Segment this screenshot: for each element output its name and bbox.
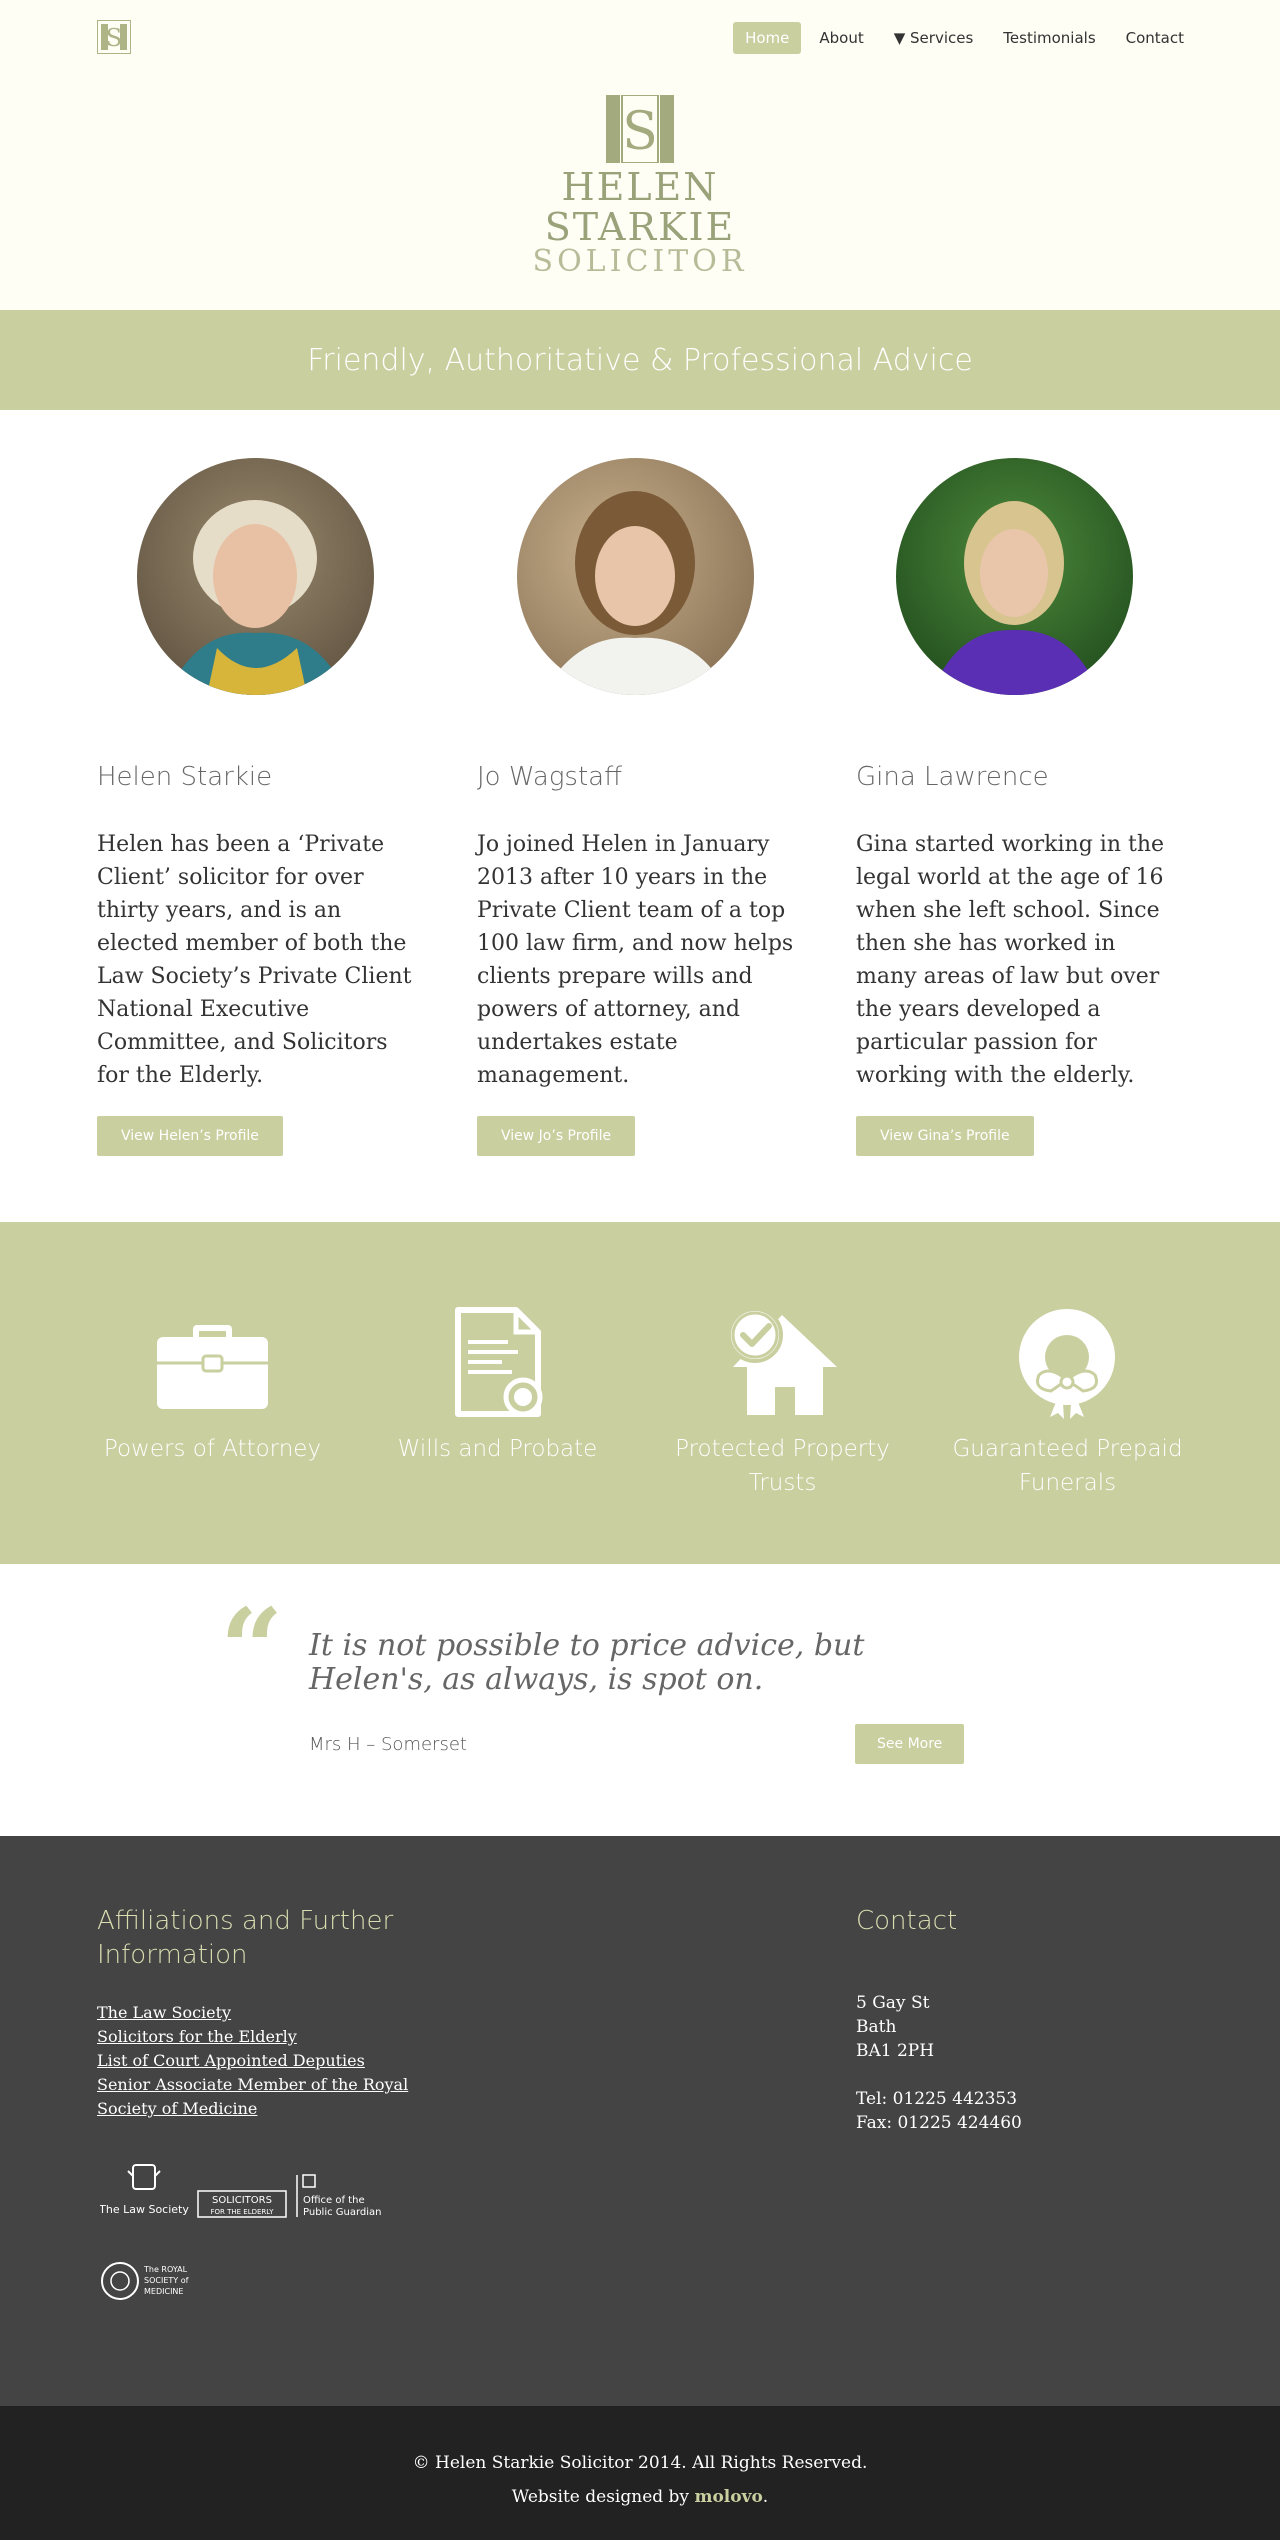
svg-text:SOCIETY of: SOCIETY of (144, 2276, 189, 2285)
svg-text:MEDICINE: MEDICINE (144, 2287, 183, 2296)
svg-text:FOR THE ELDERLY: FOR THE ELDERLY (210, 2208, 274, 2216)
nav-about[interactable]: About (807, 22, 875, 54)
nav-home[interactable]: Home (733, 22, 802, 54)
team-section: Helen Starkie Helen has been a ‘Private … (0, 410, 1280, 1222)
services-section: Powers of Attorney Wills and Probate Pro… (0, 1222, 1280, 1564)
member-name: Gina Lawrence (856, 762, 1049, 792)
contact-details: 5 Gay St Bath BA1 2PH Tel: 01225 442353 … (856, 1991, 1022, 2135)
view-jo-profile-button[interactable]: View Jo’s Profile (477, 1116, 636, 1156)
testimonial-author: Mrs H – Somerset (309, 1734, 467, 1755)
member-bio: Gina started working in the legal world … (856, 832, 1165, 1088)
main-nav: Home About ▼ Services Testimonials Conta… (733, 22, 1196, 54)
affiliations-title: Affiliations and Further Information (97, 1906, 394, 1970)
house-check-icon (727, 1307, 837, 1415)
address-line: 5 Gay St (856, 1993, 930, 2013)
testimonial-quote: It is not possible to price advice, but … (309, 1628, 865, 1697)
law-society-logo[interactable]: The Law Society (100, 2164, 189, 2216)
member-bio: Helen has been a ‘Private Client’ solici… (97, 832, 412, 1088)
address-line: Bath (856, 2017, 897, 2037)
avatar (896, 458, 1133, 695)
svg-text:Office of the: Office of the (303, 2195, 365, 2206)
svg-text:S: S (106, 24, 122, 52)
logo-monogram-icon: S (606, 95, 674, 163)
quote-mark-icon: “ (220, 1584, 284, 1713)
service-label: Protected Property Trusts (675, 1436, 890, 1496)
nav-testimonials[interactable]: Testimonials (991, 22, 1107, 54)
member-bio: Jo joined Helen in January 2013 after 10… (477, 832, 794, 1088)
small-logo-icon[interactable]: S (97, 20, 131, 54)
svg-text:Public Guardian: Public Guardian (303, 2207, 382, 2218)
telephone: Tel: 01225 442353 (856, 2089, 1018, 2109)
svg-text:S: S (622, 102, 658, 162)
avatar (517, 458, 754, 695)
tagline-bar: Friendly, Authoritative & Professional A… (0, 310, 1280, 410)
see-more-button[interactable]: See More (855, 1724, 965, 1764)
main-logo: S HELEN STARKIE SOLICITOR (490, 95, 790, 277)
avatar (137, 458, 374, 695)
link-solicitors-for-elderly[interactable]: Solicitors for the Elderly (97, 2027, 297, 2046)
wreath-icon (1019, 1309, 1115, 1419)
link-court-appointed-deputies[interactable]: List of Court Appointed Deputies (97, 2051, 365, 2070)
copyright-text: © Helen Starkie Solicitor 2014. All Righ… (412, 2453, 868, 2473)
member-name: Helen Starkie (97, 762, 273, 792)
logo-name: HELEN STARKIE (544, 165, 736, 249)
address-line: BA1 2PH (856, 2041, 935, 2061)
contact-title: Contact (856, 1906, 958, 1936)
nav-services[interactable]: ▼ Services (882, 22, 986, 54)
site-footer: Affiliations and Further Information The… (0, 1836, 1280, 2406)
copyright-bar: © Helen Starkie Solicitor 2014. All Righ… (0, 2406, 1280, 2540)
solicitors-for-elderly-logo[interactable]: SOLICITORS FOR THE ELDERLY (197, 2190, 287, 2218)
link-royal-society-medicine[interactable]: Senior Associate Member of the Royal Soc… (97, 2075, 408, 2118)
svg-text:The ROYAL: The ROYAL (143, 2265, 188, 2274)
designed-by-label: Website designed by (511, 2487, 690, 2507)
site-header: S Home About ▼ Services Testimonials Con… (0, 0, 1280, 310)
logo-subtitle: SOLICITOR (532, 244, 748, 279)
affiliation-logos: The Law Society SOLICITORS FOR THE ELDER… (100, 2164, 382, 2218)
public-guardian-logo[interactable]: Office of the Public Guardian (296, 2174, 382, 2218)
view-gina-profile-button[interactable]: View Gina’s Profile (856, 1116, 1034, 1156)
service-label: Powers of Attorney (103, 1436, 322, 1462)
view-helen-profile-button[interactable]: View Helen’s Profile (97, 1116, 283, 1156)
testimonial-section: “ It is not possible to price advice, bu… (0, 1564, 1280, 1836)
royal-society-medicine-logo[interactable]: The ROYAL SOCIETY of MEDICINE (100, 2256, 200, 2306)
document-icon (455, 1307, 543, 1417)
designer-link[interactable]: molovo (694, 2487, 762, 2507)
member-name: Jo Wagstaff (477, 762, 623, 792)
fax: Fax: 01225 424460 (856, 2113, 1022, 2133)
svg-text:SOLICITORS: SOLICITORS (212, 2195, 272, 2206)
designed-by: Website designed by molovo. (0, 2480, 1280, 2514)
designed-by-period: . (762, 2487, 769, 2507)
svg-text:The Law Society: The Law Society (100, 2203, 189, 2216)
tagline: Friendly, Authoritative & Professional A… (307, 342, 973, 378)
affiliations-links: The Law Society Solicitors for the Elder… (97, 2001, 417, 2121)
briefcase-icon (157, 1325, 268, 1409)
link-law-society[interactable]: The Law Society (97, 2003, 231, 2022)
service-label: Guaranteed Prepaid Funerals (952, 1436, 1183, 1496)
service-label: Wills and Probate (397, 1436, 598, 1462)
nav-contact[interactable]: Contact (1114, 22, 1196, 54)
